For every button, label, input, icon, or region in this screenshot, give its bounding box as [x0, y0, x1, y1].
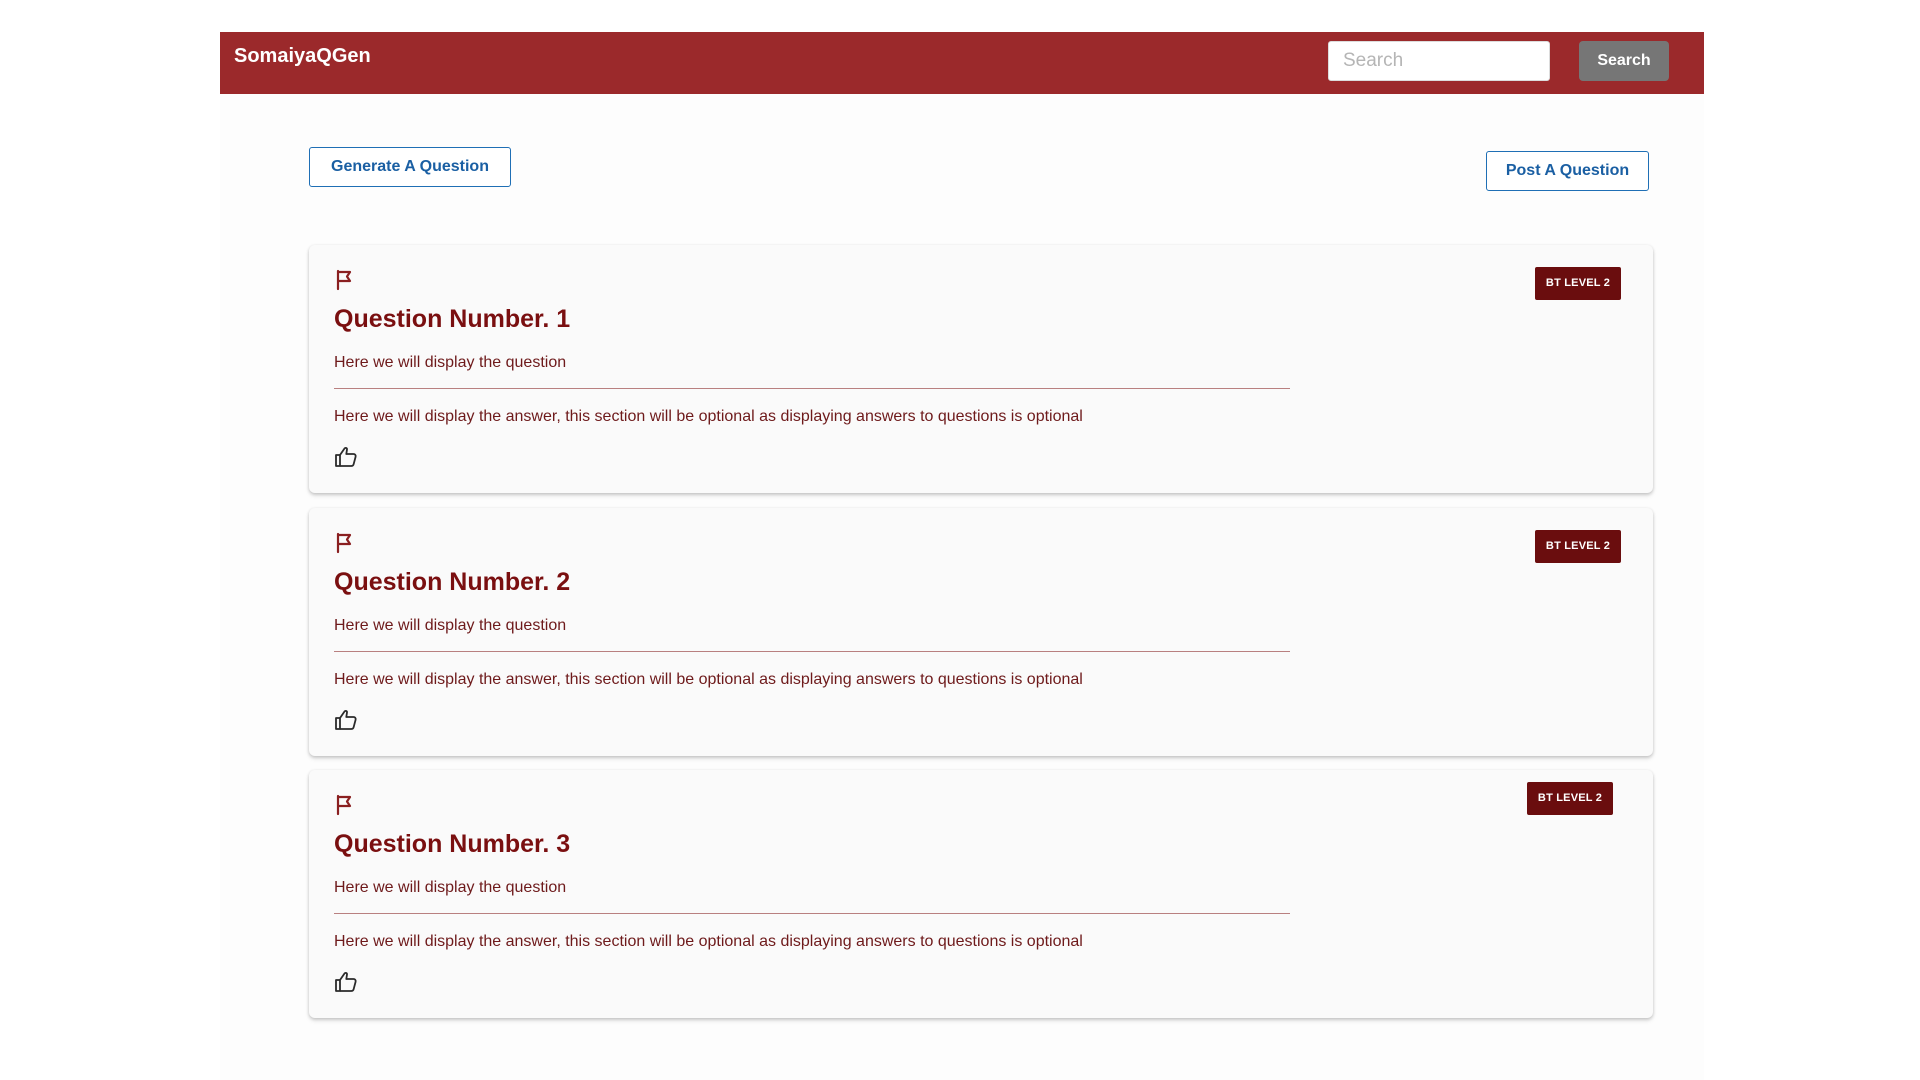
question-text: Here we will display the question: [334, 879, 567, 896]
brand-logo-text[interactable]: SomaiyaQGen: [234, 45, 371, 68]
navbar: SomaiyaQGen Search: [220, 32, 1704, 94]
answer-text: Here we will display the answer, this se…: [334, 671, 1083, 688]
question-text: Here we will display the question: [334, 617, 567, 634]
thumbs-up-icon[interactable]: [334, 970, 358, 994]
bt-level-badge: BT LEVEL 2: [1535, 530, 1621, 563]
generate-question-button[interactable]: Generate A Question: [309, 147, 511, 187]
question-text: Here we will display the question: [334, 354, 567, 371]
page: SomaiyaQGen Search Generate A Question P…: [220, 32, 1704, 1080]
thumbs-up-icon[interactable]: [334, 445, 358, 469]
answer-text: Here we will display the answer, this se…: [334, 933, 1083, 950]
divider: [334, 913, 1290, 914]
bt-level-badge: BT LEVEL 2: [1535, 267, 1621, 300]
answer-text: Here we will display the answer, this se…: [334, 408, 1083, 425]
flag-icon[interactable]: [335, 532, 355, 554]
divider: [334, 388, 1290, 389]
question-card: Question Number. 1 Here we will display …: [309, 245, 1653, 493]
search-input[interactable]: [1328, 41, 1550, 81]
flag-icon[interactable]: [335, 794, 355, 816]
post-question-button[interactable]: Post A Question: [1486, 151, 1649, 191]
question-title: Question Number. 2: [334, 568, 571, 596]
question-card: Question Number. 3 Here we will display …: [309, 770, 1653, 1018]
question-title: Question Number. 1: [334, 305, 571, 333]
flag-icon[interactable]: [335, 269, 355, 291]
thumbs-up-icon[interactable]: [334, 708, 358, 732]
search-button[interactable]: Search: [1579, 41, 1669, 81]
bt-level-badge: BT LEVEL 2: [1527, 782, 1613, 815]
divider: [334, 651, 1290, 652]
question-title: Question Number. 3: [334, 830, 571, 858]
question-card: Question Number. 2 Here we will display …: [309, 508, 1653, 756]
